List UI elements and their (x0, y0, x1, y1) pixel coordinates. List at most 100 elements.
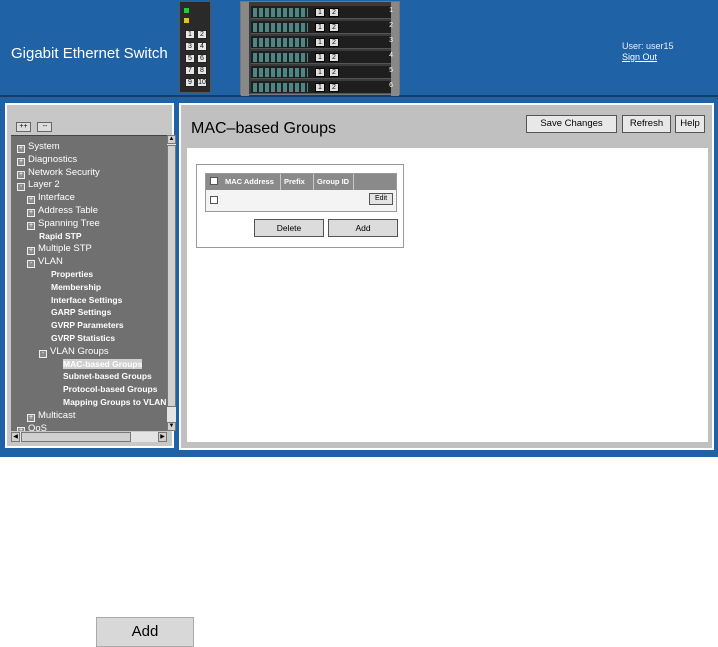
table-header: MAC Address Prefix Group ID (206, 174, 396, 190)
scroll-down-arrow-icon[interactable]: ▼ (167, 422, 176, 431)
select-all-checkbox[interactable] (210, 177, 218, 185)
chassis-slot: 1 2 2 (251, 21, 393, 34)
scroll-thumb[interactable] (21, 432, 131, 442)
expand-plus-icon[interactable]: + (27, 209, 35, 217)
tree-horizontal-scrollbar[interactable]: ◀ ▶ (11, 432, 167, 442)
expand-plus-icon[interactable]: + (27, 413, 35, 422)
tree-item[interactable]: GVRP Parameters (51, 319, 124, 332)
chassis-slot: 1 2 3 (251, 36, 393, 49)
tree-item-label: Interface Settings (51, 294, 123, 305)
chassis-slot: 1 2 1 (251, 6, 393, 19)
tree-item[interactable]: + Multiple STP (27, 242, 92, 256)
switch-device-image: 1 2 3 4 5 6 7 8 9 10 (179, 1, 211, 93)
tree-item[interactable]: - VLAN Groups (39, 345, 109, 358)
tree-item[interactable]: - Layer 2 (17, 178, 60, 192)
expand-plus-icon[interactable]: + (27, 247, 35, 256)
content-area: MAC Address Prefix Group ID Edit Delete … (187, 148, 708, 442)
tree-item-label: Properties (51, 269, 94, 279)
tree-item[interactable]: Mapping Groups to VLAN (63, 396, 166, 409)
add-button[interactable]: Add (328, 219, 398, 237)
tree-item[interactable]: + Diagnostics (17, 153, 77, 166)
tree-item-label: VLAN Groups (50, 345, 109, 357)
tree-item[interactable]: Properties (51, 268, 93, 281)
collapse-minus-icon[interactable]: - (17, 183, 25, 192)
tree-item-label: Subnet-based Groups (63, 371, 152, 382)
tree-item[interactable]: Rapid STP (39, 230, 82, 243)
port-label: 5 (185, 54, 195, 63)
row-checkbox[interactable] (210, 196, 218, 204)
collapse-minus-icon[interactable]: - (39, 349, 47, 358)
chassis-slot: 1 2 4 (251, 51, 393, 64)
tree-item[interactable]: + Interface (27, 191, 75, 205)
tree-item[interactable]: Subnet-based Groups (63, 370, 152, 383)
tree-item-label: GARP Settings (51, 307, 112, 318)
tree-item[interactable]: Interface Settings (51, 294, 122, 307)
navigation-tree: + System + Diagnostics + Network Security - Lay… (11, 135, 167, 431)
scroll-thumb[interactable] (167, 145, 176, 407)
content-panel: MAC–based Groups Save Changes Refresh He… (179, 103, 714, 450)
port-label: 9 (185, 78, 195, 87)
scroll-up-arrow-icon[interactable]: ▲ (167, 135, 176, 144)
tree-item-label: VLAN (38, 256, 63, 268)
header-banner: Gigabit Ethernet Switch 1 2 3 4 5 6 7 8 … (0, 0, 718, 97)
help-button[interactable]: Help (675, 115, 705, 133)
tree-item-label: GVRP Statistics (51, 333, 116, 343)
tree-item[interactable]: + Address Table (27, 204, 98, 217)
expand-all-button[interactable]: ++ (16, 122, 31, 132)
collapse-minus-icon[interactable]: - (27, 260, 35, 269)
port-label: 6 (197, 54, 207, 63)
tree-item-label: Mapping Groups to VLAN (63, 397, 167, 407)
table-row (206, 190, 396, 211)
tree-item-label: QoS (28, 422, 48, 431)
tree-item[interactable]: Protocol-based Groups (63, 383, 157, 396)
column-header: Group ID (314, 174, 354, 190)
collapse-all-button[interactable]: -- (37, 122, 53, 132)
tree-item-label: Multicast (38, 409, 76, 421)
tree-item[interactable]: + Spanning Tree (27, 217, 100, 230)
expand-plus-icon[interactable]: + (27, 221, 35, 230)
save-changes-button[interactable]: Save Changes (526, 115, 617, 133)
tree-item-label: Spanning Tree (38, 217, 100, 229)
expand-plus-icon[interactable]: + (17, 426, 25, 431)
mac-groups-box: MAC Address Prefix Group ID Edit Delete … (196, 164, 404, 248)
edit-button[interactable]: Edit (369, 193, 393, 205)
tree-item-label: Interface (38, 192, 75, 204)
port-label: 4 (197, 42, 207, 51)
tree-item-label: MAC-based Groups (63, 358, 143, 369)
tree-item[interactable]: + Multicast (27, 409, 75, 422)
sign-out-link[interactable]: Sign Out (622, 52, 657, 62)
expand-plus-icon[interactable]: + (17, 170, 25, 179)
column-header: MAC Address (222, 174, 281, 190)
expand-plus-icon[interactable]: + (27, 196, 35, 205)
port-label: 7 (185, 66, 195, 75)
chassis-ear-left (241, 2, 249, 96)
tree-item[interactable]: Membership (51, 281, 101, 294)
tree-item-label: Network Security (28, 166, 100, 178)
refresh-button[interactable]: Refresh (622, 115, 671, 133)
scroll-right-arrow-icon[interactable]: ▶ (158, 432, 167, 442)
tree-item[interactable]: GARP Settings (51, 306, 111, 319)
tree-vertical-scrollbar[interactable]: ▲ ▼ (167, 135, 176, 431)
tree-item-label: Diagnostics (28, 153, 78, 165)
tree-item-label: Rapid STP (39, 230, 82, 241)
tree-item[interactable]: + QoS (17, 422, 47, 431)
chassis-slot: 1 2 6 (251, 81, 393, 94)
add-button-enlarged[interactable]: Add (96, 617, 194, 647)
expand-plus-icon[interactable]: + (17, 157, 25, 166)
tree-item[interactable]: MAC-based Groups (63, 358, 143, 371)
tree-item[interactable]: - VLAN (27, 255, 63, 269)
column-header: Prefix (281, 174, 314, 190)
current-user-label: User: user15 (622, 41, 674, 51)
tree-item[interactable]: + System (17, 140, 60, 153)
delete-button[interactable]: Delete (254, 219, 324, 237)
tree-item[interactable]: + Network Security (17, 166, 100, 179)
port-label: 10 (197, 78, 207, 87)
port-label: 2 (197, 30, 207, 39)
status-led-yellow (184, 18, 189, 23)
port-label: 3 (185, 42, 195, 51)
tree-controls: ++ -- (16, 115, 54, 133)
tree-item-label: Layer 2 (28, 179, 60, 191)
scroll-left-arrow-icon[interactable]: ◀ (11, 432, 20, 442)
expand-plus-icon[interactable]: + (17, 145, 25, 153)
tree-item[interactable]: GVRP Statistics (51, 332, 115, 345)
